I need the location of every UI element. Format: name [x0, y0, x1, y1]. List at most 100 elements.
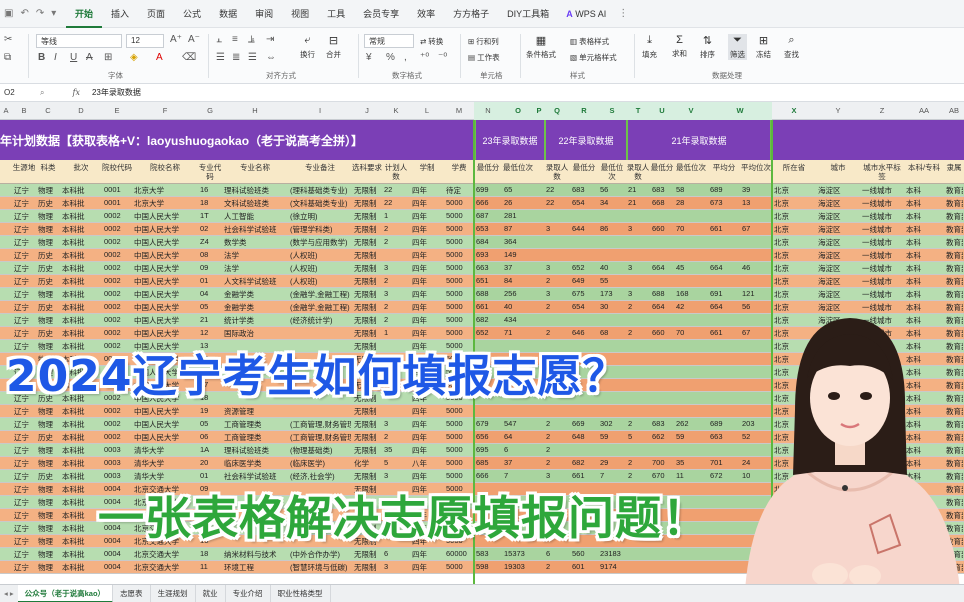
table-cell[interactable]: 34: [600, 198, 625, 207]
table-row[interactable]: 辽宁 历史 本科批 0002 中国人民大学 01 人文科学试验班 (人权班) 无限制 2 四年 500…: [0, 275, 964, 288]
table-style-button[interactable]: ▥ 表格样式: [570, 36, 609, 47]
table-cell[interactable]: 12: [200, 328, 221, 337]
table-cell[interactable]: 56: [600, 185, 625, 194]
table-cell[interactable]: 5000: [446, 289, 473, 298]
table-cell[interactable]: 海淀区: [818, 211, 859, 222]
table-cell[interactable]: 547: [504, 419, 533, 428]
table-cell[interactable]: 1T: [200, 211, 221, 220]
table-cell[interactable]: 无限制: [354, 289, 381, 300]
table-cell[interactable]: 22: [384, 198, 409, 207]
table-cell[interactable]: 辽宁: [14, 497, 35, 508]
table-cell[interactable]: 05: [200, 302, 221, 311]
table-cell[interactable]: 11: [676, 471, 707, 480]
table-cell[interactable]: 四年: [412, 445, 443, 456]
table-cell[interactable]: 一线城市: [862, 211, 903, 222]
group-header-22[interactable]: 22年录取数据: [544, 120, 626, 160]
table-cell[interactable]: 无限制: [354, 185, 381, 196]
table-cell[interactable]: 海淀区: [818, 263, 859, 274]
table-cell[interactable]: 5000: [446, 263, 473, 272]
align-middle-icon[interactable]: ≡: [232, 34, 238, 45]
table-cell[interactable]: 中国人民大学: [134, 315, 197, 326]
table-cell[interactable]: 0002: [104, 263, 131, 272]
table-cell[interactable]: 四年: [412, 406, 443, 417]
table-cell[interactable]: 历史: [38, 328, 59, 339]
table-cell[interactable]: 北京: [774, 276, 815, 287]
table-cell[interactable]: 5000: [446, 237, 473, 246]
table-cell[interactable]: 物理: [38, 536, 59, 547]
table-cell[interactable]: 0002: [104, 328, 131, 337]
bold-icon[interactable]: B: [38, 52, 45, 63]
table-cell[interactable]: 辽宁: [14, 211, 35, 222]
sheet-tab[interactable]: 职业性格类型: [271, 584, 331, 602]
menu-tab-2[interactable]: 页面: [138, 0, 174, 28]
table-cell[interactable]: 辽宁: [14, 289, 35, 300]
distribute-icon[interactable]: ⇔: [266, 52, 276, 63]
table-cell[interactable]: 3: [384, 471, 409, 480]
table-cell[interactable]: 北京: [774, 211, 815, 222]
table-cell[interactable]: 11: [200, 562, 221, 571]
field-header-cell[interactable]: 专业备注: [288, 163, 352, 172]
table-cell[interactable]: 0002: [104, 302, 131, 311]
table-cell[interactable]: 四年: [412, 198, 443, 209]
table-cell[interactable]: 物理: [38, 315, 59, 326]
table-cell[interactable]: 5000: [446, 315, 473, 324]
table-cell[interactable]: 05: [200, 419, 221, 428]
cond-format-button[interactable]: ▦ 条件格式: [526, 34, 556, 60]
table-cell[interactable]: 海淀区: [818, 198, 859, 209]
table-cell[interactable]: 无限制: [354, 406, 381, 417]
table-cell[interactable]: 本科批: [62, 549, 101, 560]
column-header-cell[interactable]: V: [674, 106, 708, 115]
table-cell[interactable]: 13: [742, 198, 771, 207]
table-cell[interactable]: 5000: [446, 198, 473, 207]
field-header-cell[interactable]: 平均分: [708, 163, 740, 172]
field-header-cell[interactable]: 选科要求: [352, 163, 382, 172]
table-cell[interactable]: (人权班): [290, 276, 351, 287]
font-name-select[interactable]: 等线: [36, 34, 122, 48]
table-cell[interactable]: 434: [504, 315, 533, 324]
table-cell[interactable]: 3: [546, 471, 569, 480]
table-cell[interactable]: 5: [384, 458, 409, 467]
field-header-cell[interactable]: 城市: [816, 163, 860, 172]
table-cell[interactable]: 本科: [906, 250, 943, 261]
table-cell[interactable]: 685: [476, 458, 501, 467]
table-cell[interactable]: 682: [572, 458, 597, 467]
table-cell[interactable]: 20: [200, 458, 221, 467]
table-cell[interactable]: (管理学科类): [290, 224, 351, 235]
table-cell[interactable]: 688: [652, 289, 673, 298]
column-header-cell[interactable]: Y: [816, 106, 860, 115]
column-header-cell[interactable]: D: [60, 106, 102, 115]
table-cell[interactable]: 675: [572, 289, 597, 298]
table-cell[interactable]: 本科批: [62, 198, 101, 209]
table-cell[interactable]: 661: [476, 302, 501, 311]
table-cell[interactable]: 物理: [38, 562, 59, 573]
zoom-icon[interactable]: ⌕: [40, 88, 44, 98]
table-cell[interactable]: 646: [572, 328, 597, 337]
find-button[interactable]: ⌕ 查找: [784, 34, 799, 60]
table-cell[interactable]: 辽宁: [14, 276, 35, 287]
table-cell[interactable]: 5000: [446, 432, 473, 441]
table-cell[interactable]: 本科批: [62, 289, 101, 300]
table-cell[interactable]: 无限制: [354, 250, 381, 261]
table-cell[interactable]: 71: [504, 328, 533, 337]
table-cell[interactable]: 本科批: [62, 562, 101, 573]
table-cell[interactable]: 本科批: [62, 445, 101, 456]
table-cell[interactable]: 662: [652, 432, 673, 441]
table-cell[interactable]: 669: [572, 419, 597, 428]
table-cell[interactable]: 无限制: [354, 432, 381, 443]
table-cell[interactable]: 清华大学: [134, 458, 197, 469]
table-row[interactable]: 辽宁 物理 本科批 0002 中国人民大学 Z4 数学类 (数学与应用数学) 无限制 2 四年 500…: [0, 236, 964, 249]
table-cell[interactable]: 2: [546, 562, 569, 571]
table-cell[interactable]: 60000: [446, 549, 473, 558]
table-cell[interactable]: 3: [628, 224, 649, 233]
table-cell[interactable]: 清华大学: [134, 471, 197, 482]
group-header-23[interactable]: 23年录取数据: [474, 120, 544, 160]
cell-style-button[interactable]: ▧ 单元格样式: [570, 52, 617, 63]
sort-button[interactable]: ⇅ 排序: [700, 34, 715, 60]
field-header-cell[interactable]: 专业名称: [222, 163, 288, 172]
table-cell[interactable]: 数学类: [224, 237, 287, 248]
table-row[interactable]: 辽宁 物理 本科批 0002 中国人民大学 02 社会科学试验班 (管理学科类) 无限制 2 四年 5…: [0, 223, 964, 236]
table-cell[interactable]: 海淀区: [818, 250, 859, 261]
table-cell[interactable]: 四年: [412, 302, 443, 313]
menu-tab-11[interactable]: DIY工具箱: [498, 0, 558, 28]
field-header-cell[interactable]: 学制: [410, 163, 444, 172]
